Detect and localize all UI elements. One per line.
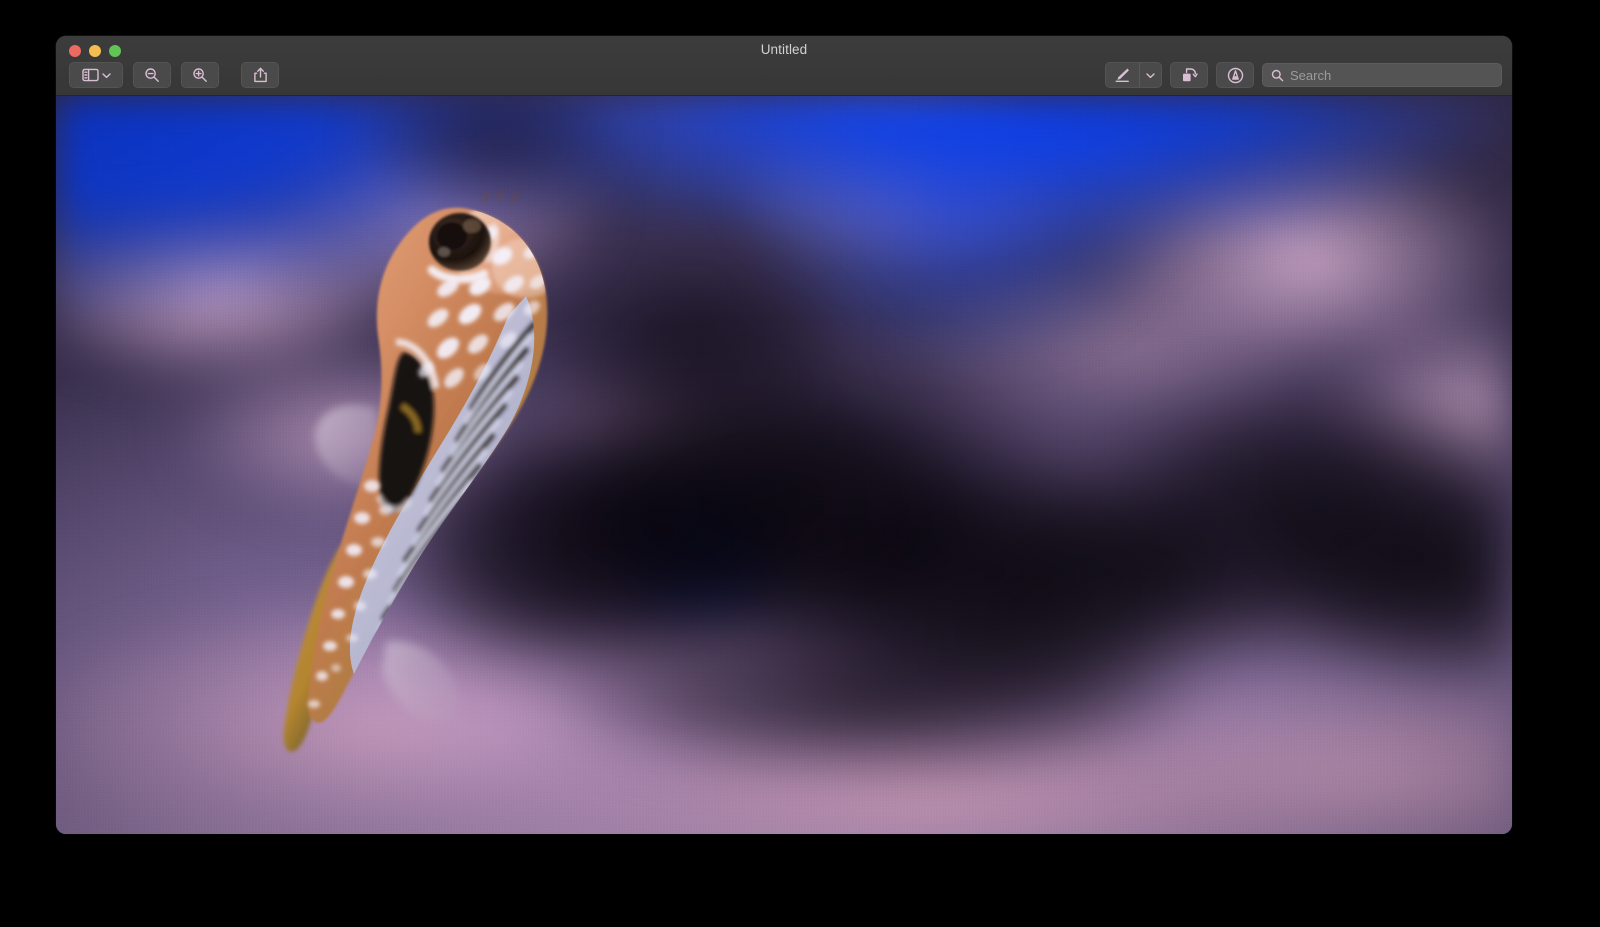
sidebar-view-button[interactable] [69,62,123,88]
rotate-left-icon [1181,67,1198,83]
markup-button[interactable] [1106,63,1139,87]
film-grain-layer [56,96,1512,834]
sidebar-icon [82,68,99,82]
magnifier-minus-icon [144,67,160,83]
image-canvas[interactable] [56,96,1512,834]
chevron-down-icon [1146,72,1155,79]
preview-window: Untitled [56,36,1512,834]
search-placeholder: Search [1290,68,1331,83]
markup-menu-button[interactable] [1139,63,1161,87]
desktop-background: Untitled [0,0,1600,927]
zoom-out-button[interactable] [133,62,171,88]
toolbar-right-group: Search [1105,62,1502,88]
window-title: Untitled [56,41,1512,59]
chevron-down-icon [102,72,111,79]
search-icon [1271,69,1284,82]
share-button[interactable] [241,62,279,88]
rotate-button[interactable] [1170,62,1208,88]
search-input[interactable]: Search [1262,63,1502,87]
magnifier-plus-icon [192,67,208,83]
share-icon [253,67,268,83]
markup-segmented-control[interactable] [1105,62,1162,88]
annotate-button[interactable] [1216,62,1254,88]
zoom-in-button[interactable] [181,62,219,88]
markup-pen-icon [1114,67,1131,83]
annotate-circle-icon [1227,67,1244,84]
window-titlebar[interactable]: Untitled [56,36,1512,96]
toolbar-left-group [69,62,279,88]
